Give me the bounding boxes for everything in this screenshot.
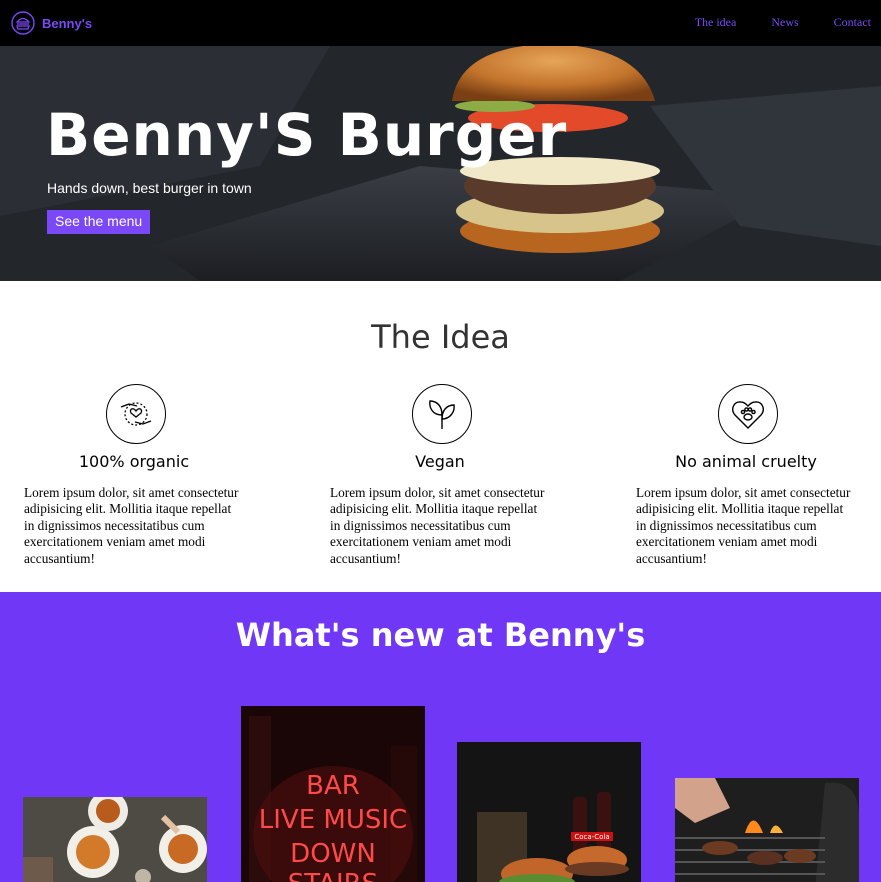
top-navbar: Benny's The idea News Contact — [0, 0, 881, 46]
brand[interactable]: Benny's — [11, 11, 92, 35]
food-table-photo — [23, 797, 207, 882]
nav-link-contact[interactable]: Contact — [834, 15, 871, 30]
hero-banner: Benny'S Burger Hands down, best burger i… — [0, 46, 881, 281]
see-menu-button[interactable]: See the menu — [47, 210, 151, 234]
nav-links: The idea News Contact — [660, 15, 871, 30]
news-section-title: What's new at Benny's — [235, 616, 646, 654]
news-card-food[interactable] — [23, 797, 207, 882]
news-card-neon[interactable]: BAR LIVE MUSIC DOWN STAIRS — [241, 706, 425, 882]
burger-logo-icon — [11, 11, 35, 35]
leaf-sprout-icon — [412, 384, 472, 444]
nav-link-idea[interactable]: The idea — [695, 15, 737, 30]
neon-sign-photo: BAR LIVE MUSIC DOWN STAIRS — [241, 706, 425, 882]
news-card-burgers[interactable]: Coca-Cola — [457, 742, 641, 882]
neon-sign-line: STAIRS — [288, 869, 378, 882]
nav-link-news[interactable]: News — [771, 15, 798, 30]
neon-sign-line: DOWN — [290, 839, 376, 869]
neon-sign-line: BAR — [306, 771, 360, 801]
feature-text: Lorem ipsum dolor, sit amet consectetur … — [636, 485, 851, 566]
heart-paw-icon — [718, 384, 778, 444]
brand-name: Benny's — [42, 15, 93, 31]
hands-heart-icon — [106, 384, 166, 444]
news-card-grill[interactable] — [675, 778, 859, 882]
hero-title: Benny'S Burger — [46, 101, 568, 169]
neon-sign-line: LIVE MUSIC — [259, 805, 407, 835]
idea-section-title: The Idea — [371, 318, 510, 356]
news-section: What's new at Benny's BAR LIVE MUSIC DOW… — [0, 592, 881, 882]
feature-text: Lorem ipsum dolor, sit amet consectetur … — [24, 485, 239, 566]
grill-photo — [675, 778, 859, 882]
feature-heading: 100% organic — [78, 452, 190, 471]
bottle-label: Coca-Cola — [574, 833, 609, 841]
feature-heading: Vegan — [415, 452, 465, 471]
feature-text: Lorem ipsum dolor, sit amet consectetur … — [330, 485, 545, 566]
feature-heading: No animal cruelty — [675, 452, 817, 471]
burgers-drinks-photo: Coca-Cola — [457, 742, 641, 882]
hero-subtitle: Hands down, best burger in town — [47, 180, 252, 196]
